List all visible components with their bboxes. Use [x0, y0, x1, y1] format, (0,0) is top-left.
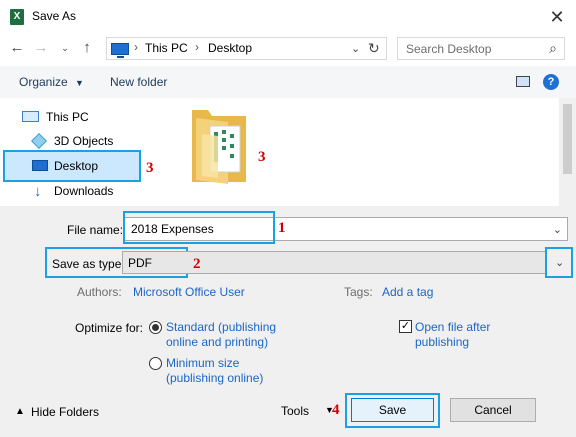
save-as-type-value: PDF: [128, 256, 152, 270]
tags-value[interactable]: Add a tag: [382, 285, 433, 299]
view-options-icon[interactable]: [516, 76, 530, 87]
search-placeholder: Search Desktop: [406, 42, 492, 56]
sidebar-item-desktop[interactable]: Desktop: [3, 150, 141, 182]
open-after-line2[interactable]: publishing: [415, 335, 469, 349]
organize-button[interactable]: Organize ▼: [19, 75, 84, 89]
option-minimum-line1[interactable]: Minimum size: [166, 356, 239, 370]
command-bar: Organize ▼ New folder ?: [0, 66, 576, 98]
radio-minimum-size[interactable]: [149, 357, 162, 370]
save-as-type-dropdown[interactable]: PDF: [122, 251, 554, 274]
option-standard-line2[interactable]: online and printing): [166, 335, 268, 349]
annotation-number-4: 4: [332, 402, 340, 418]
optimize-for-label: Optimize for:: [75, 321, 144, 335]
chevron-down-icon: ⌄: [555, 257, 565, 269]
scrollbar-thumb[interactable]: [563, 104, 572, 174]
annotation-number-2: 2: [193, 256, 201, 272]
chevron-down-icon[interactable]: ⌄: [553, 223, 562, 236]
file-name-highlight[interactable]: 2018 Expenses: [123, 211, 275, 244]
tools-button[interactable]: Tools: [281, 404, 309, 418]
file-name-value: 2018 Expenses: [131, 222, 214, 236]
address-dropdown-icon[interactable]: ⌄: [351, 42, 360, 55]
recent-locations-chevron-icon[interactable]: ⌄: [56, 39, 74, 57]
option-standard-line1[interactable]: Standard (publishing: [166, 320, 276, 334]
new-folder-button[interactable]: New folder: [110, 75, 167, 89]
save-as-type-label: Save as type:: [52, 257, 125, 271]
annotation-number-3-folder: 3: [258, 149, 266, 165]
option-minimum-line2[interactable]: (publishing online): [166, 371, 263, 385]
computer-icon: [111, 43, 129, 58]
sidebar-item-label: Downloads: [54, 184, 114, 198]
excel-app-icon: X: [10, 9, 24, 25]
cancel-button[interactable]: Cancel: [450, 398, 536, 422]
radio-standard[interactable]: [149, 321, 162, 334]
organize-label: Organize: [19, 75, 68, 89]
hide-folders-button[interactable]: Hide Folders: [31, 405, 99, 419]
open-after-publishing-checkbox[interactable]: ✓: [399, 320, 412, 333]
file-name-label: File name:: [67, 223, 124, 237]
chevron-right-icon[interactable]: ›: [195, 40, 199, 54]
annotation-number-3: 3: [146, 160, 154, 176]
folder-icon[interactable]: [188, 104, 252, 186]
search-box[interactable]: Search Desktop ⌕: [397, 37, 565, 60]
title-bar: X Save As ✕: [0, 0, 576, 34]
annotation-number-1: 1: [278, 220, 286, 236]
chevron-right-icon[interactable]: ›: [134, 40, 138, 54]
breadcrumb-this-pc[interactable]: This PC: [145, 41, 188, 55]
desktop-icon: [32, 160, 48, 171]
file-list-area[interactable]: 3: [164, 98, 564, 206]
tags-label: Tags:: [344, 285, 373, 299]
breadcrumb-desktop[interactable]: Desktop: [208, 41, 252, 55]
window-title: Save As: [32, 9, 77, 23]
save-button[interactable]: Save: [351, 398, 434, 422]
close-button[interactable]: ✕: [542, 5, 572, 29]
sidebar-item-label: 3D Objects: [54, 134, 114, 148]
open-after-line1[interactable]: Open file after: [415, 320, 490, 334]
save-as-type-dropdown-button[interactable]: ⌄: [545, 247, 573, 278]
refresh-icon[interactable]: ↻: [368, 40, 380, 57]
authors-label: Authors:: [77, 285, 122, 299]
authors-value[interactable]: Microsoft Office User: [133, 285, 245, 299]
sidebar-item-label: This PC: [46, 110, 89, 124]
address-bar[interactable]: › This PC › Desktop ⌄ ↻: [106, 37, 387, 60]
organize-dropdown-icon: ▼: [75, 78, 84, 88]
forward-arrow-icon[interactable]: →: [32, 39, 50, 57]
computer-icon: [22, 111, 39, 122]
help-icon[interactable]: ?: [543, 74, 559, 90]
download-arrow-icon: ↓: [34, 183, 42, 200]
back-arrow-icon[interactable]: ←: [8, 39, 26, 57]
search-icon[interactable]: ⌕: [549, 40, 557, 57]
sidebar-item-label: Desktop: [54, 159, 99, 173]
hide-folders-chevron-icon[interactable]: ▲: [15, 406, 25, 417]
up-arrow-icon[interactable]: ↑: [78, 39, 96, 57]
